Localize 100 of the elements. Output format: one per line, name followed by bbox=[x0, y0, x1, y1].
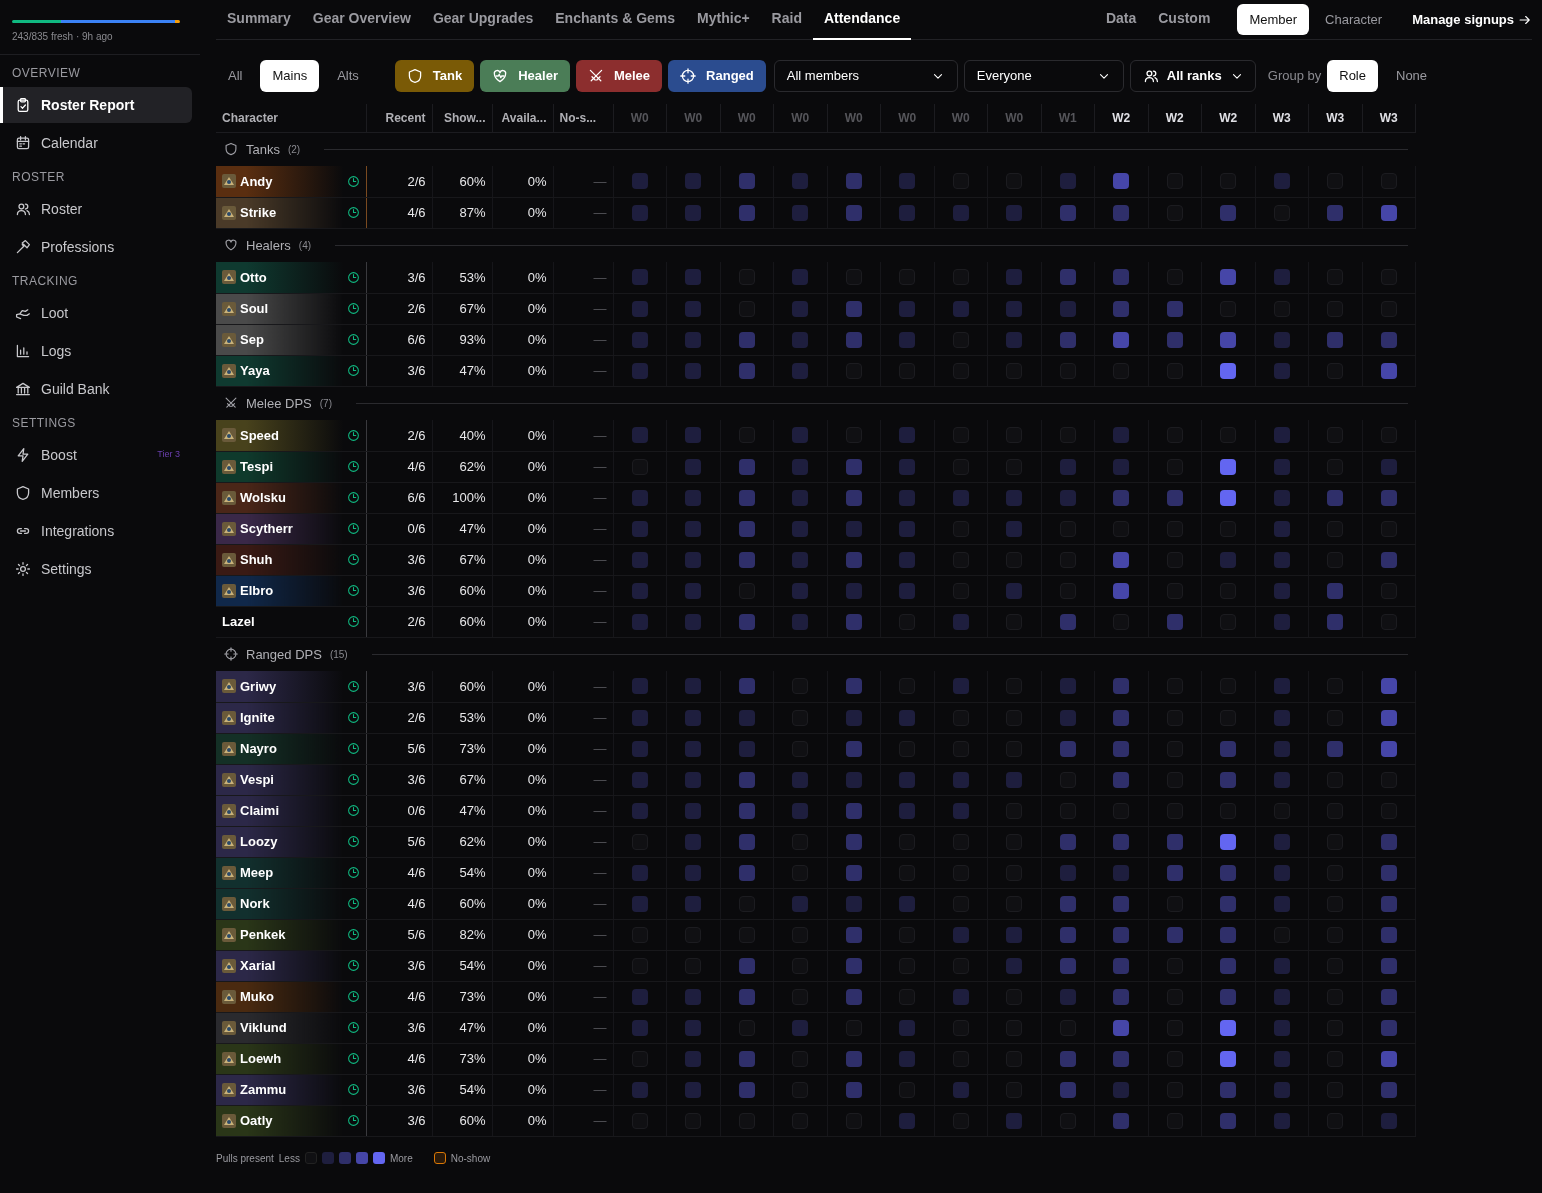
clock-icon bbox=[346, 804, 360, 817]
tab[interactable]: Custom bbox=[1147, 0, 1222, 40]
nav-item[interactable]: Roster bbox=[0, 191, 192, 227]
nav-item[interactable]: Guild Bank bbox=[0, 371, 192, 407]
crosshair-icon bbox=[224, 647, 238, 662]
table-cell: 6/6 bbox=[366, 324, 432, 355]
column-header: W3 bbox=[1255, 104, 1309, 132]
nav-item[interactable]: Professions bbox=[0, 229, 192, 265]
heart-pulse-icon bbox=[492, 68, 509, 84]
dash: — bbox=[593, 1112, 607, 1128]
toggle-option[interactable]: Member bbox=[1237, 3, 1310, 36]
section-heading: TRACKING bbox=[11, 273, 79, 290]
group-title: Healers bbox=[246, 236, 291, 255]
table-cell: 0% bbox=[492, 1074, 553, 1105]
nav-item[interactable]: Integrations bbox=[0, 513, 192, 549]
column-header: Character bbox=[216, 104, 366, 132]
nav-item[interactable]: Calendar bbox=[0, 125, 192, 161]
legend-text: More bbox=[389, 1151, 413, 1166]
role-filter-button[interactable]: Ranged bbox=[668, 60, 766, 92]
group-by-option[interactable]: None bbox=[1384, 60, 1440, 92]
clock-icon bbox=[346, 1052, 360, 1065]
clock-icon bbox=[346, 364, 360, 377]
table-cell: 0% bbox=[492, 919, 553, 950]
table-cell: 2/6 bbox=[366, 420, 432, 451]
role-filter-button[interactable]: Healer bbox=[480, 60, 570, 92]
nav-item[interactable]: Boost Tier 3 bbox=[0, 437, 192, 473]
group-count: (4) bbox=[298, 238, 312, 253]
tab[interactable]: Gear Overview bbox=[301, 0, 422, 40]
manage-link[interactable]: Manage signups bbox=[1412, 9, 1532, 30]
table-cell: 67% bbox=[432, 764, 492, 795]
column-header: W2 bbox=[1148, 104, 1202, 132]
nav-item[interactable]: Roster Report bbox=[0, 87, 192, 123]
table-cell: 0% bbox=[492, 888, 553, 919]
clock-icon bbox=[346, 615, 360, 628]
table-cell: 0% bbox=[492, 702, 553, 733]
dash: — bbox=[593, 833, 607, 849]
tab[interactable]: Mythic+ bbox=[686, 0, 761, 40]
table-cell: 2/6 bbox=[366, 606, 432, 637]
heart-icon bbox=[224, 238, 238, 253]
dash: — bbox=[593, 740, 607, 756]
column-header: W0 bbox=[666, 104, 720, 132]
users-icon bbox=[1142, 68, 1159, 84]
table-cell: 4/6 bbox=[366, 888, 432, 919]
nav-item[interactable]: Logs bbox=[0, 333, 192, 369]
column-header: W3 bbox=[1308, 104, 1362, 132]
dash: — bbox=[593, 582, 607, 598]
table-cell: 0% bbox=[492, 1012, 553, 1043]
character-name: Speed bbox=[240, 426, 279, 445]
dropdown[interactable]: All ranks bbox=[1129, 60, 1256, 92]
dash: — bbox=[593, 895, 607, 911]
shield-icon bbox=[224, 142, 238, 157]
section-heading: OVERVIEW bbox=[11, 65, 82, 82]
table-cell: 2/6 bbox=[366, 166, 432, 197]
role-filter-button[interactable]: Melee bbox=[575, 60, 663, 92]
dropdown[interactable]: All members bbox=[773, 60, 958, 92]
tab[interactable]: Gear Upgrades bbox=[421, 0, 545, 40]
tab[interactable]: Attendance bbox=[812, 0, 912, 40]
table-cell: 53% bbox=[432, 702, 492, 733]
table-cell: 3/6 bbox=[366, 671, 432, 702]
legend-swatch bbox=[355, 1152, 368, 1164]
freshness-text: 243/835 fresh · 9h ago bbox=[0, 23, 200, 55]
tab[interactable]: Enchants & Gems bbox=[544, 0, 687, 40]
toggle-option[interactable]: Character bbox=[1313, 3, 1395, 36]
character-name: Wolsku bbox=[240, 488, 286, 507]
dropdown[interactable]: Everyone bbox=[963, 60, 1124, 92]
nav-item[interactable]: Settings bbox=[0, 551, 192, 587]
column-header: W0 bbox=[613, 104, 667, 132]
table-cell: 67% bbox=[432, 293, 492, 324]
table-cell: 3/6 bbox=[366, 355, 432, 386]
nav-item[interactable]: Loot bbox=[0, 295, 192, 331]
character-name: Griwy bbox=[240, 677, 277, 696]
group-by-option[interactable]: Role bbox=[1327, 60, 1378, 92]
hammer-icon bbox=[15, 239, 31, 255]
role-filter-button[interactable]: Tank bbox=[394, 60, 475, 92]
filter-option[interactable]: Alts bbox=[325, 60, 371, 92]
tab[interactable]: Data bbox=[1094, 0, 1148, 40]
dash: — bbox=[593, 926, 607, 942]
tab[interactable]: Raid bbox=[760, 0, 813, 40]
table-cell: 0% bbox=[492, 324, 553, 355]
dash: — bbox=[593, 269, 607, 285]
table-cell: 0% bbox=[492, 733, 553, 764]
table-cell: 3/6 bbox=[366, 1074, 432, 1105]
filter-option[interactable]: All bbox=[216, 60, 255, 92]
legend-label: Pulls present bbox=[216, 1151, 274, 1166]
nav-item[interactable]: Members bbox=[0, 475, 192, 511]
table-cell: 6/6 bbox=[366, 482, 432, 513]
clock-icon bbox=[346, 333, 360, 346]
group-title: Tanks bbox=[246, 140, 280, 159]
character-name: Elbro bbox=[240, 581, 274, 600]
column-header: W3 bbox=[1362, 104, 1416, 132]
clock-icon bbox=[346, 1083, 360, 1096]
character-name: Andy bbox=[240, 172, 273, 191]
filter-option[interactable]: Mains bbox=[260, 60, 320, 92]
table-cell: 2/6 bbox=[366, 702, 432, 733]
dash: — bbox=[593, 489, 607, 505]
character-name: Muko bbox=[240, 987, 274, 1006]
tab[interactable]: Summary bbox=[216, 0, 302, 40]
table-cell: 60% bbox=[432, 575, 492, 606]
column-header: Availa... bbox=[492, 104, 553, 132]
character-name: Penkek bbox=[240, 925, 286, 944]
